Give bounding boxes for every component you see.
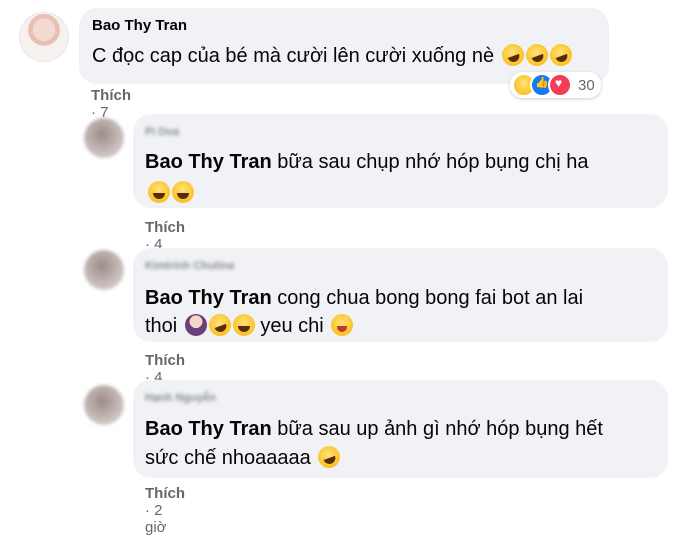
comment-text: C đọc cap của bé mà cười lên cười xuống … <box>92 40 575 70</box>
comment-text-content: bữa sau chụp nhớ hóp bụng chị ha <box>277 151 589 173</box>
comment-text-content: yeu chi <box>260 315 324 337</box>
comment-text-content: sức chế nhoaaaaa <box>145 447 311 469</box>
comment-author[interactable]: Pi Dua <box>145 126 179 138</box>
comment-author[interactable]: Kimtrinh Chutina <box>145 260 234 272</box>
haha-emoji-icon <box>315 442 344 472</box>
comment-text-line-2: thoi yeu chi <box>145 310 354 341</box>
mention-tag[interactable]: Bao Thy Tran <box>145 418 272 440</box>
comment-text-content: C đọc cap của bé mà cười lên cười xuống … <box>92 45 495 67</box>
haha-emoji-icon <box>546 40 575 70</box>
comment-bubble: Pi Dua Bao Thy Tran bữa sau chụp nhớ hóp… <box>133 114 668 208</box>
comment-text-content: thoi <box>145 315 178 337</box>
comment-text-line-2: sức chế nhoaaaaa <box>145 442 344 473</box>
reaction-count: 30 <box>578 76 595 94</box>
mention-tag[interactable]: Bao Thy Tran <box>145 287 272 309</box>
emoji-row <box>146 181 194 204</box>
grin-emoji-icon <box>148 181 170 203</box>
like-button[interactable]: Thích <box>91 87 131 104</box>
avatar[interactable] <box>84 250 124 290</box>
comment-text: Bao Thy Tran bữa sau chụp nhớ hóp bụng c… <box>145 147 588 177</box>
love-reaction-icon <box>548 73 572 97</box>
haha-emoji-icon <box>522 40 551 70</box>
haha-emoji-icon <box>498 40 527 70</box>
comment-author[interactable]: Hạnh Nguyễn <box>145 392 216 404</box>
like-button[interactable]: Thích <box>145 219 185 236</box>
grin-emoji-icon <box>172 181 194 203</box>
comment-text: Bao Thy Tran cong chua bong bong fai bot… <box>145 283 583 313</box>
comment-text: Bao Thy Tran bữa sau up ảnh gì nhớ hóp b… <box>145 414 603 444</box>
comment-text-content: bữa sau up ảnh gì nhớ hóp bụng hết <box>277 418 603 440</box>
haha-emoji-icon <box>205 310 234 340</box>
separator: · <box>145 502 155 519</box>
avatar[interactable] <box>19 12 69 62</box>
smiling-face-with-hearts-emoji-icon <box>331 314 354 336</box>
person-facepalming-emoji-icon <box>184 314 207 336</box>
grin-emoji-icon <box>232 314 255 336</box>
comment-bubble: Kimtrinh Chutina Bao Thy Tran cong chua … <box>133 248 668 342</box>
avatar[interactable] <box>84 118 124 158</box>
comment-bubble: Hạnh Nguyễn Bao Thy Tran bữa sau up ảnh … <box>133 380 668 478</box>
like-button[interactable]: Thích <box>145 485 185 502</box>
like-button[interactable]: Thích <box>145 352 185 369</box>
avatar[interactable] <box>84 385 124 425</box>
comment-meta: Thích · 2 giờ <box>145 485 185 536</box>
comment-text-content: cong chua bong bong fai bot an lai <box>277 287 584 309</box>
reaction-summary[interactable]: 30 <box>510 72 601 98</box>
comment-author[interactable]: Bao Thy Tran <box>92 17 187 34</box>
mention-tag[interactable]: Bao Thy Tran <box>145 151 272 173</box>
